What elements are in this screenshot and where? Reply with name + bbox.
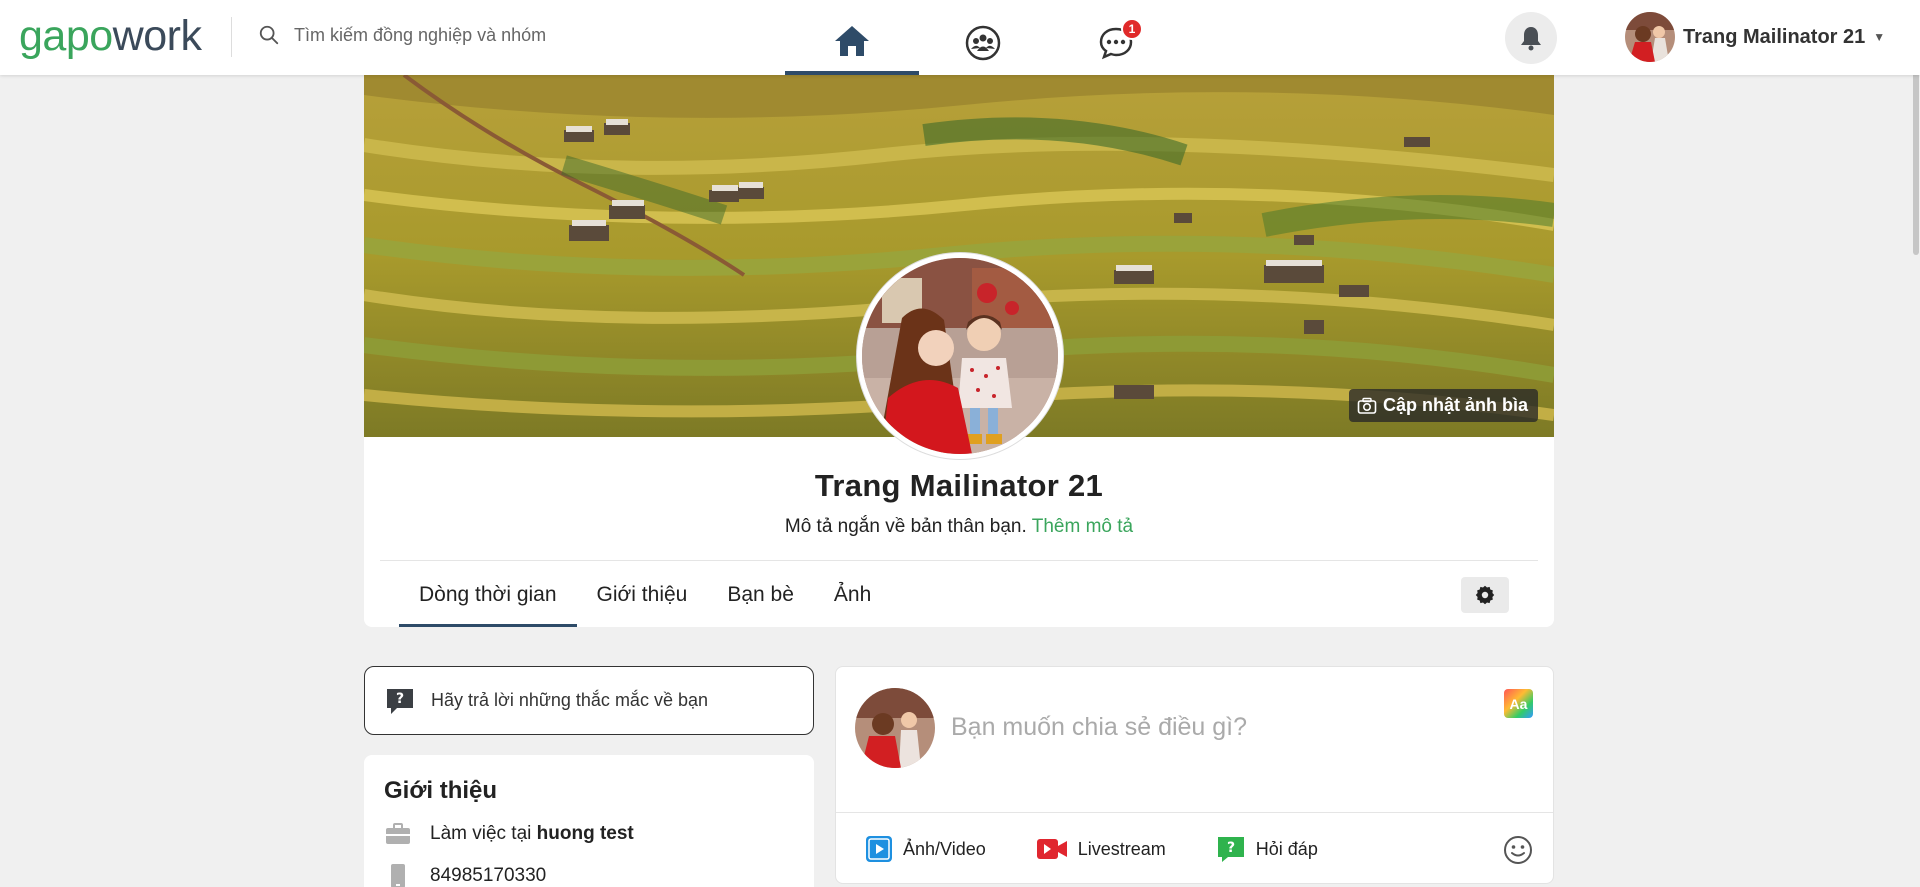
top-bar: gapowork 1 Trang Mailinator 21 ▼: [0, 0, 1920, 75]
qa-label: Hỏi đáp: [1255, 838, 1318, 859]
ask-questions-label: Hãy trả lời những thắc mắc về bạn: [431, 690, 708, 710]
avatar[interactable]: [1625, 12, 1675, 62]
profile-name: Trang Mailinator 21: [814, 468, 1104, 503]
home-icon: [835, 25, 869, 56]
post-composer: Bạn muốn chia sẻ điều gì? Aa Ảnh/Video L…: [835, 666, 1554, 884]
user-name: Trang Mailinator 21: [1683, 25, 1866, 48]
intro-work-prefix: Làm việc tại: [430, 823, 532, 844]
text-style-icon[interactable]: Aa: [1504, 689, 1533, 718]
intro-phone: 84985170330: [430, 865, 547, 886]
emoji-button[interactable]: [1503, 835, 1533, 870]
nav-home[interactable]: [785, 10, 919, 75]
bell-icon: [1521, 27, 1541, 51]
ask-questions-box[interactable]: ? Hãy trả lời những thắc mắc về bạn: [364, 666, 814, 735]
camera-icon: [1357, 397, 1377, 414]
tab-photos[interactable]: Ảnh: [814, 562, 891, 627]
tab-friends[interactable]: Bạn bè: [707, 562, 814, 627]
livestream-label: Livestream: [1077, 838, 1166, 859]
add-description-link[interactable]: Thêm mô tả: [1032, 516, 1133, 537]
update-cover-button[interactable]: Cập nhật ảnh bìa: [1348, 389, 1538, 422]
composer-actions: Ảnh/Video Livestream ? Hỏi đáp: [865, 835, 1368, 863]
composer-avatar[interactable]: [855, 688, 935, 768]
scrollbar[interactable]: [1912, 0, 1920, 887]
intro-card: Giới thiệu Làm việc tại huong test 84985…: [364, 755, 814, 887]
chevron-down-icon: ▼: [1873, 30, 1886, 44]
divider: [836, 812, 1553, 813]
nav-groups[interactable]: [916, 10, 1050, 75]
intro-phone-row: 84985170330: [384, 863, 794, 887]
profile-description: Mô tả ngắn về bản thân bạn. Thêm mô tả: [364, 516, 1554, 538]
groups-icon: [965, 25, 1001, 60]
gapowork-logo[interactable]: gapowork: [19, 12, 202, 60]
divider: [380, 560, 1538, 561]
user-menu[interactable]: Trang Mailinator 21 ▼: [1625, 12, 1885, 62]
gear-icon: [1475, 585, 1495, 605]
video-icon: [866, 836, 892, 862]
profile-card: Cập nhật ảnh bìa Trang Mailinator 21 Mô …: [364, 75, 1554, 627]
search-input[interactable]: [294, 24, 614, 46]
logo-text-gapo: gapo: [19, 12, 113, 60]
briefcase-icon: [386, 823, 410, 844]
phone-icon: [391, 864, 405, 887]
question-icon: ?: [1217, 837, 1244, 862]
profile-description-text: Mô tả ngắn về bản thân bạn.: [784, 516, 1027, 537]
intro-title: Giới thiệu: [384, 777, 498, 804]
search-bar[interactable]: [258, 24, 614, 46]
update-cover-label: Cập nhật ảnh bìa: [1382, 395, 1528, 415]
photo-video-button[interactable]: Ảnh/Video: [865, 835, 986, 863]
search-icon: [259, 25, 279, 45]
profile-avatar[interactable]: [857, 253, 1063, 459]
chat-badge: 1: [1121, 18, 1143, 40]
svg-text:?: ?: [1227, 840, 1235, 856]
intro-work-place[interactable]: huong test: [537, 823, 634, 845]
question-bubble-icon: ?: [387, 688, 413, 714]
notifications-button[interactable]: [1505, 12, 1557, 64]
profile-tabs: Dòng thời gian Giới thiệu Bạn bè Ảnh: [399, 562, 891, 627]
profile-settings-button[interactable]: [1461, 577, 1509, 613]
nav-messages[interactable]: 1: [1049, 10, 1183, 75]
livestream-icon: [1036, 839, 1067, 859]
smiley-icon: [1504, 836, 1532, 864]
tab-about[interactable]: Giới thiệu: [577, 562, 708, 627]
header-divider: [231, 17, 232, 57]
logo-text-work: work: [112, 12, 202, 60]
composer-prompt[interactable]: Bạn muốn chia sẻ điều gì?: [951, 713, 1247, 742]
tab-timeline[interactable]: Dòng thời gian: [399, 562, 577, 627]
photo-video-label: Ảnh/Video: [903, 838, 986, 859]
svg-text:?: ?: [396, 691, 404, 707]
intro-work-row: Làm việc tại huong test: [384, 823, 794, 845]
livestream-button[interactable]: Livestream: [1036, 837, 1166, 861]
qa-button[interactable]: ? Hỏi đáp: [1216, 835, 1318, 863]
